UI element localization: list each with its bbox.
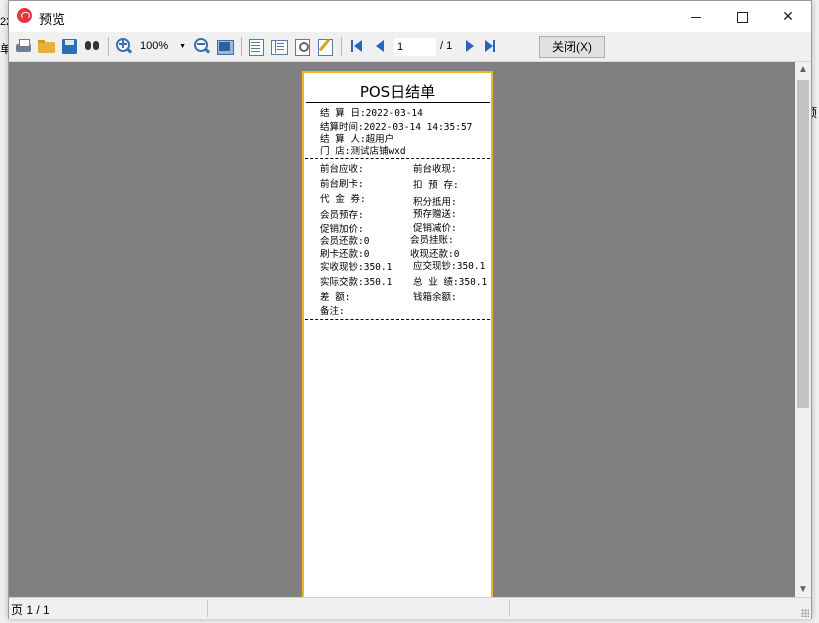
close-window-button[interactable]: ✕ — [765, 1, 811, 32]
prev-page-button[interactable] — [373, 39, 387, 53]
receipt-field: 实际交款:350.1 — [320, 277, 393, 288]
receipt-header-line: 结 算 日:2022-03-14 — [320, 108, 423, 119]
title-bar[interactable]: 预览 ✕ — [9, 1, 811, 32]
receipt-field: 预存赠送: — [413, 209, 457, 220]
whole-page-icon[interactable] — [215, 37, 235, 56]
receipt-field: 刷卡还款:0 — [320, 249, 370, 260]
scroll-up-icon[interactable]: ▲ — [798, 64, 808, 75]
toolbar-separator — [341, 37, 342, 56]
close-preview-button[interactable]: 关闭(X) — [539, 36, 605, 58]
receipt-field: 会员挂账: — [410, 235, 454, 246]
receipt-field: 差 额: — [320, 292, 351, 303]
app-logo-icon — [17, 8, 32, 23]
minimize-icon — [691, 16, 701, 18]
page-setup-icon[interactable] — [292, 37, 312, 56]
first-page-button[interactable] — [350, 39, 364, 53]
edit-icon[interactable] — [315, 37, 335, 56]
window-title: 预览 — [39, 12, 66, 27]
receipt-field: 代 金 券: — [320, 194, 366, 205]
scroll-down-icon[interactable]: ▼ — [798, 584, 808, 595]
minimize-button[interactable] — [673, 1, 719, 32]
receipt-field: 前台刷卡: — [320, 179, 364, 190]
status-separator — [509, 600, 510, 617]
status-separator — [207, 600, 208, 617]
receipt-field: 会员还款:0 — [320, 236, 370, 247]
receipt-field: 钱箱余额: — [413, 292, 457, 303]
dashed-divider — [305, 158, 490, 159]
maximize-icon — [736, 11, 748, 23]
toolbar: 100% ▼ 1 / 1 关闭(X) — [9, 32, 811, 62]
find-icon[interactable] — [83, 37, 103, 56]
last-page-button[interactable] — [484, 39, 498, 53]
dashed-divider — [305, 319, 490, 320]
receipt-field: 会员预存: — [320, 210, 364, 221]
print-icon[interactable] — [14, 37, 34, 56]
page-total: / 1 — [440, 40, 453, 52]
toolbar-separator — [241, 37, 242, 56]
preview-window: 预览 ✕ 100%▼ 1 / 1 关闭(X) POS日结单 结 算 日:202 — [8, 0, 812, 619]
receipt-field: 前台应收: — [320, 164, 364, 175]
receipt-title: POS日结单 — [359, 83, 436, 101]
status-bar: 页 1 / 1 — [9, 597, 811, 619]
receipt-field: 应交现钞:350.1 — [413, 261, 486, 272]
page-status: 页 1 / 1 — [11, 603, 50, 617]
page-number-input[interactable]: 1 — [394, 38, 436, 56]
receipt-field: 扣 预 存: — [413, 180, 459, 191]
toolbar-separator — [108, 37, 109, 56]
preview-viewport[interactable]: POS日结单 结 算 日:2022-03-14 结算时间:2022-03-14 … — [9, 62, 795, 597]
scroll-thumb[interactable] — [797, 80, 809, 408]
receipt-field: 前台收现: — [413, 164, 457, 175]
open-folder-icon[interactable] — [37, 37, 57, 56]
save-icon[interactable] — [60, 37, 80, 56]
zoom-select[interactable]: 100% ▼ — [140, 39, 186, 54]
close-icon: ✕ — [782, 8, 794, 24]
next-page-button[interactable] — [463, 39, 477, 53]
zoom-in-icon[interactable] — [114, 37, 134, 56]
zoom-value: 100% — [140, 40, 169, 52]
receipt-header-line: 门 店:测试店铺wxd — [320, 146, 406, 157]
resize-grip-icon[interactable] — [801, 609, 809, 617]
receipt-page: POS日结单 结 算 日:2022-03-14 结算时间:2022-03-14 … — [302, 71, 493, 597]
chevron-down-icon: ▼ — [179, 43, 186, 50]
maximize-button[interactable] — [719, 1, 765, 32]
receipt-field: 实收现钞:350.1 — [320, 262, 393, 273]
vertical-scrollbar[interactable]: ▲ ▼ — [795, 62, 811, 597]
multi-page-icon[interactable] — [269, 37, 289, 56]
zoom-out-icon[interactable] — [192, 37, 212, 56]
receipt-field: 总 业 绩:350.1 — [413, 277, 488, 288]
single-page-icon[interactable] — [246, 37, 266, 56]
title-underline — [306, 102, 490, 103]
receipt-note: 备注: — [320, 306, 345, 317]
